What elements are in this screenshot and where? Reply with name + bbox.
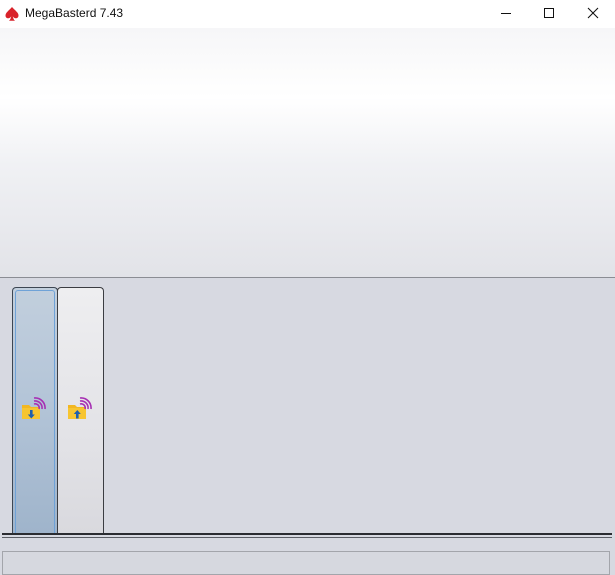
close-icon xyxy=(587,7,599,22)
red-spade-icon[interactable] xyxy=(4,6,20,22)
window-title: MegaBasterd 7.43 xyxy=(25,6,124,20)
folder-upload-icon xyxy=(67,396,95,425)
tab-strip-border xyxy=(2,533,612,535)
status-bar xyxy=(2,551,610,575)
maximize-icon xyxy=(543,7,555,22)
tab-download[interactable] xyxy=(12,287,58,533)
minimize-button[interactable] xyxy=(483,0,529,28)
folder-download-icon xyxy=(21,396,49,425)
close-button[interactable] xyxy=(570,0,615,28)
maximize-button[interactable] xyxy=(526,0,572,28)
transfers-panel xyxy=(0,28,615,278)
tab-strip-border-inner xyxy=(2,537,612,538)
title-bar[interactable]: MegaBasterd 7.43 xyxy=(0,0,615,28)
minimize-icon xyxy=(500,7,512,22)
tab-upload[interactable] xyxy=(57,287,104,533)
